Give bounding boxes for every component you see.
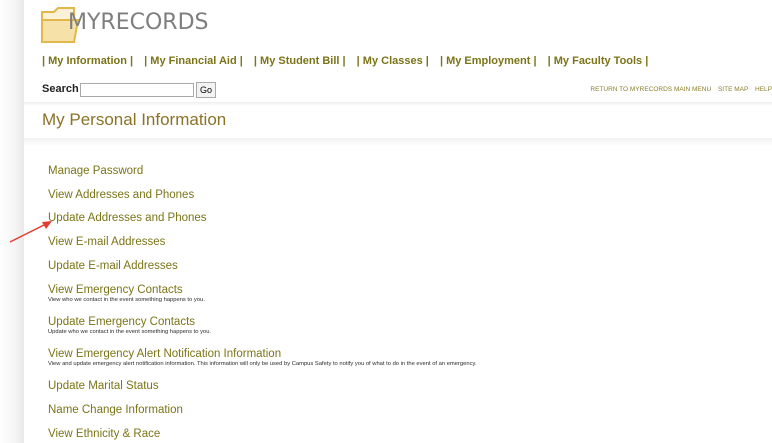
- nav-my-classes[interactable]: | My Classes |: [357, 55, 429, 67]
- link-update-marital-status[interactable]: Update Marital Status: [48, 380, 159, 392]
- search-go-button[interactable]: Go: [196, 82, 216, 98]
- divider: [24, 102, 772, 106]
- main-nav: | My Information | | My Financial Aid | …: [42, 55, 656, 67]
- link-view-addresses-phones[interactable]: View Addresses and Phones: [48, 189, 194, 201]
- divider: [24, 138, 772, 146]
- link-view-emergency-alert[interactable]: View Emergency Alert Notification Inform…: [48, 348, 281, 360]
- site-map-link[interactable]: SITE MAP: [718, 86, 748, 93]
- annotation-arrow-icon: [9, 221, 52, 243]
- nav-my-information[interactable]: | My Information |: [42, 55, 133, 67]
- link-manage-password[interactable]: Manage Password: [48, 165, 143, 177]
- link-view-ethnicity-race[interactable]: View Ethnicity & Race: [48, 428, 160, 440]
- link-description: Update who we contact in the event somet…: [48, 329, 212, 335]
- nav-my-student-bill[interactable]: | My Student Bill |: [254, 55, 346, 67]
- search-bar: Search Go RETURN TO MYRECORDS MAIN MENU …: [40, 78, 772, 100]
- logo-text: MYRECORDS: [68, 10, 209, 35]
- link-description: View who we contact in the event somethi…: [48, 297, 205, 303]
- search-input[interactable]: [80, 83, 194, 97]
- link-description: View and update emergency alert notifica…: [48, 361, 477, 367]
- link-name-change-information[interactable]: Name Change Information: [48, 404, 183, 416]
- top-links: RETURN TO MYRECORDS MAIN MENU SITE MAP H…: [585, 86, 772, 93]
- search-label: Search: [42, 83, 79, 95]
- return-main-menu-link[interactable]: RETURN TO MYRECORDS MAIN MENU: [590, 86, 711, 93]
- link-view-emergency-contacts[interactable]: View Emergency Contacts: [48, 284, 183, 296]
- link-update-emergency-contacts[interactable]: Update Emergency Contacts: [48, 316, 195, 328]
- page-title: My Personal Information: [42, 110, 227, 129]
- myrecords-logo[interactable]: MYRECORDS: [38, 4, 238, 50]
- help-link[interactable]: HELP: [755, 86, 772, 93]
- page: MYRECORDS | My Information | | My Financ…: [24, 0, 772, 443]
- nav-my-financial-aid[interactable]: | My Financial Aid |: [144, 55, 243, 67]
- nav-my-employment[interactable]: | My Employment |: [440, 55, 537, 67]
- nav-my-faculty-tools[interactable]: | My Faculty Tools |: [548, 55, 649, 67]
